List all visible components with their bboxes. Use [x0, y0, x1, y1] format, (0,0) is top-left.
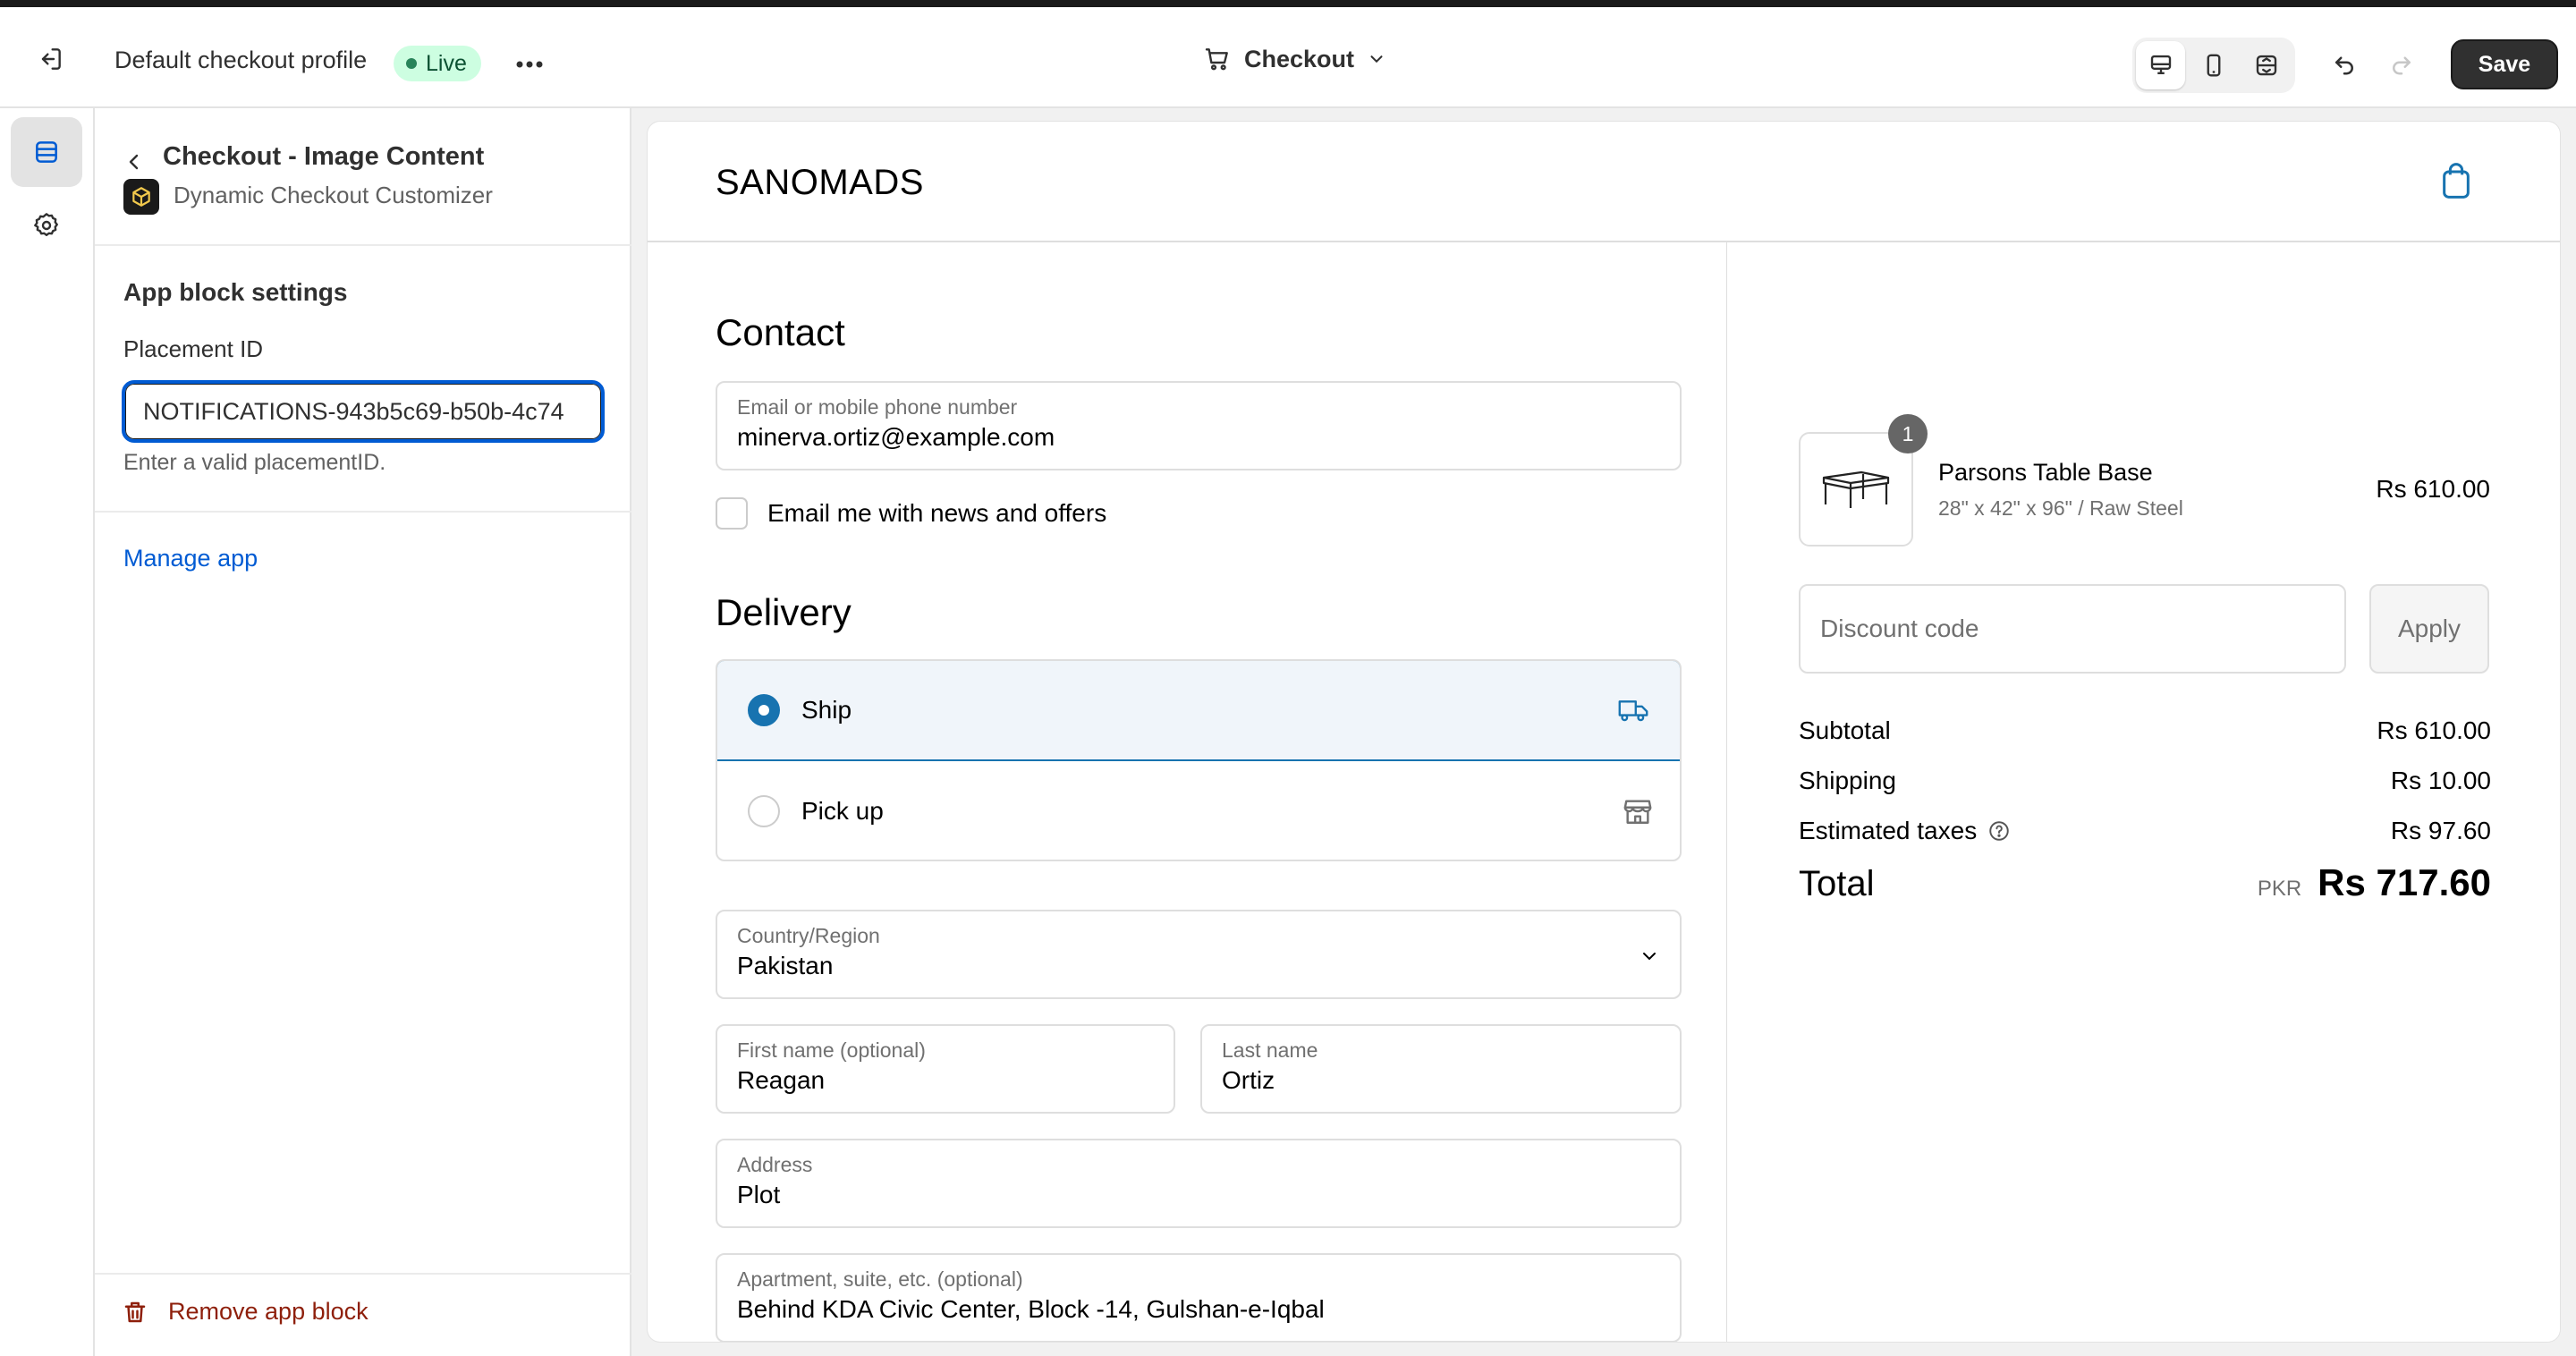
- settings-gear-icon[interactable]: [11, 194, 82, 257]
- subtotal-label: Subtotal: [1799, 716, 1891, 744]
- apply-discount-button[interactable]: Apply: [2369, 584, 2489, 674]
- newsletter-label: Email me with news and offers: [767, 499, 1107, 527]
- remove-app-block-label: Remove app block: [168, 1298, 369, 1325]
- last-name-label: Last name: [1222, 1038, 1318, 1062]
- last-name-field[interactable]: Last name Ortiz: [1200, 1024, 1682, 1114]
- checkout-preview: SANOMADS Contact Email or mobile phone n…: [648, 122, 2560, 1342]
- placement-id-label: Placement ID: [123, 335, 264, 362]
- divider: [95, 244, 631, 246]
- first-name-label: First name (optional): [737, 1038, 926, 1062]
- profile-title: Default checkout profile: [114, 47, 368, 73]
- delivery-option-pickup[interactable]: Pick up: [717, 761, 1680, 860]
- sections-icon[interactable]: [11, 117, 82, 187]
- cart-icon: [1205, 48, 1228, 71]
- country-label: Country/Region: [737, 924, 880, 947]
- address-label: Address: [737, 1153, 813, 1176]
- fullscreen-view-icon[interactable]: [2242, 41, 2292, 89]
- section-title: App block settings: [123, 278, 348, 306]
- total-label: Total: [1799, 864, 1875, 903]
- redo-icon[interactable]: [2381, 43, 2422, 84]
- product-price: Rs 610.00: [2376, 475, 2490, 503]
- viewport-switcher: [2132, 38, 2295, 93]
- product-variant: 28" x 42" x 96" / Raw Steel: [1938, 496, 2183, 520]
- table-image-icon: [1822, 470, 1890, 508]
- contact-heading: Contact: [716, 311, 845, 353]
- total-value: Rs 717.60: [2318, 861, 2491, 903]
- store-icon: [1623, 800, 1652, 824]
- quantity-badge: 1: [1888, 414, 1928, 453]
- divider: [95, 1273, 631, 1275]
- shipping-label: Shipping: [1799, 767, 1896, 794]
- desktop-view-icon[interactable]: [2136, 41, 2186, 89]
- address-field[interactable]: Address Plot: [716, 1139, 1682, 1228]
- exit-icon[interactable]: [30, 39, 70, 79]
- last-name-value: Ortiz: [1222, 1066, 1275, 1094]
- address-value: Plot: [737, 1181, 781, 1208]
- product-name: Parsons Table Base: [1938, 459, 2153, 486]
- first-name-field[interactable]: First name (optional) Reagan: [716, 1024, 1175, 1114]
- more-actions-icon[interactable]: [510, 47, 549, 82]
- taxes-label: Estimated taxes: [1799, 817, 1978, 844]
- top-accent-line: [0, 0, 2576, 7]
- country-select[interactable]: Country/Region Pakistan: [716, 910, 1682, 999]
- remove-app-block-button[interactable]: Remove app block: [122, 1298, 369, 1326]
- total-amount-group: PKR Rs 717.60: [2258, 861, 2491, 904]
- shopping-bag-icon[interactable]: [2435, 159, 2478, 202]
- app-name: Dynamic Checkout Customizer: [174, 182, 493, 208]
- checkout-header: SANOMADS: [648, 122, 2560, 242]
- truck-icon: [1618, 700, 1648, 722]
- chevron-down-icon: [1643, 953, 1656, 961]
- taxes-value: Rs 97.60: [2390, 817, 2491, 844]
- settings-panel: Checkout - Image Content Dynamic Checkou…: [95, 108, 631, 1356]
- subtotal-row: Subtotal Rs 610.00: [1799, 716, 2491, 745]
- placement-id-input[interactable]: NOTIFICATIONS-943b5c69-b50b-4c74: [122, 380, 605, 443]
- back-chevron-icon[interactable]: [116, 144, 152, 180]
- ship-radio[interactable]: [748, 694, 780, 726]
- ship-label: Ship: [801, 696, 852, 724]
- divider: [95, 511, 631, 513]
- store-brand[interactable]: SANOMADS: [716, 163, 924, 203]
- trash-icon: [124, 1301, 146, 1322]
- pickup-radio[interactable]: [748, 795, 780, 827]
- undo-icon[interactable]: [2324, 43, 2365, 84]
- total-row: Total PKR Rs 717.60: [1799, 861, 2491, 904]
- currency-code: PKR: [2257, 877, 2302, 901]
- first-name-value: Reagan: [737, 1066, 826, 1094]
- delivery-option-ship[interactable]: Ship: [717, 661, 1680, 761]
- panel-title: Checkout - Image Content: [163, 142, 485, 171]
- live-dot-icon: [406, 58, 417, 69]
- email-value: minerva.ortiz@example.com: [737, 423, 1055, 451]
- shipping-row: Shipping Rs 10.00: [1799, 767, 2491, 795]
- manage-app-link[interactable]: Manage app: [123, 545, 258, 572]
- delivery-options: Ship Pick up: [716, 659, 1682, 861]
- order-summary: 1 Parsons Table Base 28" x 42" x 96" / R…: [1727, 242, 2560, 1342]
- apartment-value: Behind KDA Civic Center, Block -14, Guls…: [737, 1295, 1325, 1323]
- email-label: Email or mobile phone number: [737, 395, 1018, 419]
- discount-code-input[interactable]: Discount code: [1799, 584, 2346, 674]
- save-button[interactable]: Save: [2451, 39, 2558, 89]
- editor-topbar: Default checkout profile Live Checkout S…: [0, 7, 2576, 108]
- email-field[interactable]: Email or mobile phone number minerva.ort…: [716, 381, 1682, 470]
- subtotal-value: Rs 610.00: [2377, 716, 2491, 744]
- apartment-field[interactable]: Apartment, suite, etc. (optional) Behind…: [716, 1253, 1682, 1342]
- pickup-label: Pick up: [801, 797, 884, 825]
- page-selector-label: Checkout: [1244, 45, 1355, 72]
- mobile-view-icon[interactable]: [2189, 41, 2238, 89]
- apartment-label: Apartment, suite, etc. (optional): [737, 1267, 1023, 1291]
- app-logo-icon: [123, 179, 159, 215]
- newsletter-checkbox[interactable]: [716, 497, 748, 530]
- placement-id-help: Enter a valid placementID.: [123, 450, 386, 475]
- page-selector[interactable]: Checkout: [1203, 45, 1386, 73]
- shipping-value: Rs 10.00: [2390, 767, 2491, 794]
- editor-rail: [0, 108, 95, 1356]
- status-badge-label: Live: [426, 50, 467, 76]
- country-value: Pakistan: [737, 952, 834, 979]
- chevron-down-icon: [1370, 55, 1383, 64]
- help-circle-icon[interactable]: [1987, 819, 2011, 843]
- delivery-heading: Delivery: [716, 591, 852, 633]
- status-badge: Live: [394, 46, 481, 81]
- taxes-label-group: Estimated taxes: [1799, 817, 2011, 845]
- taxes-row: Estimated taxes Rs 97.60: [1799, 817, 2491, 845]
